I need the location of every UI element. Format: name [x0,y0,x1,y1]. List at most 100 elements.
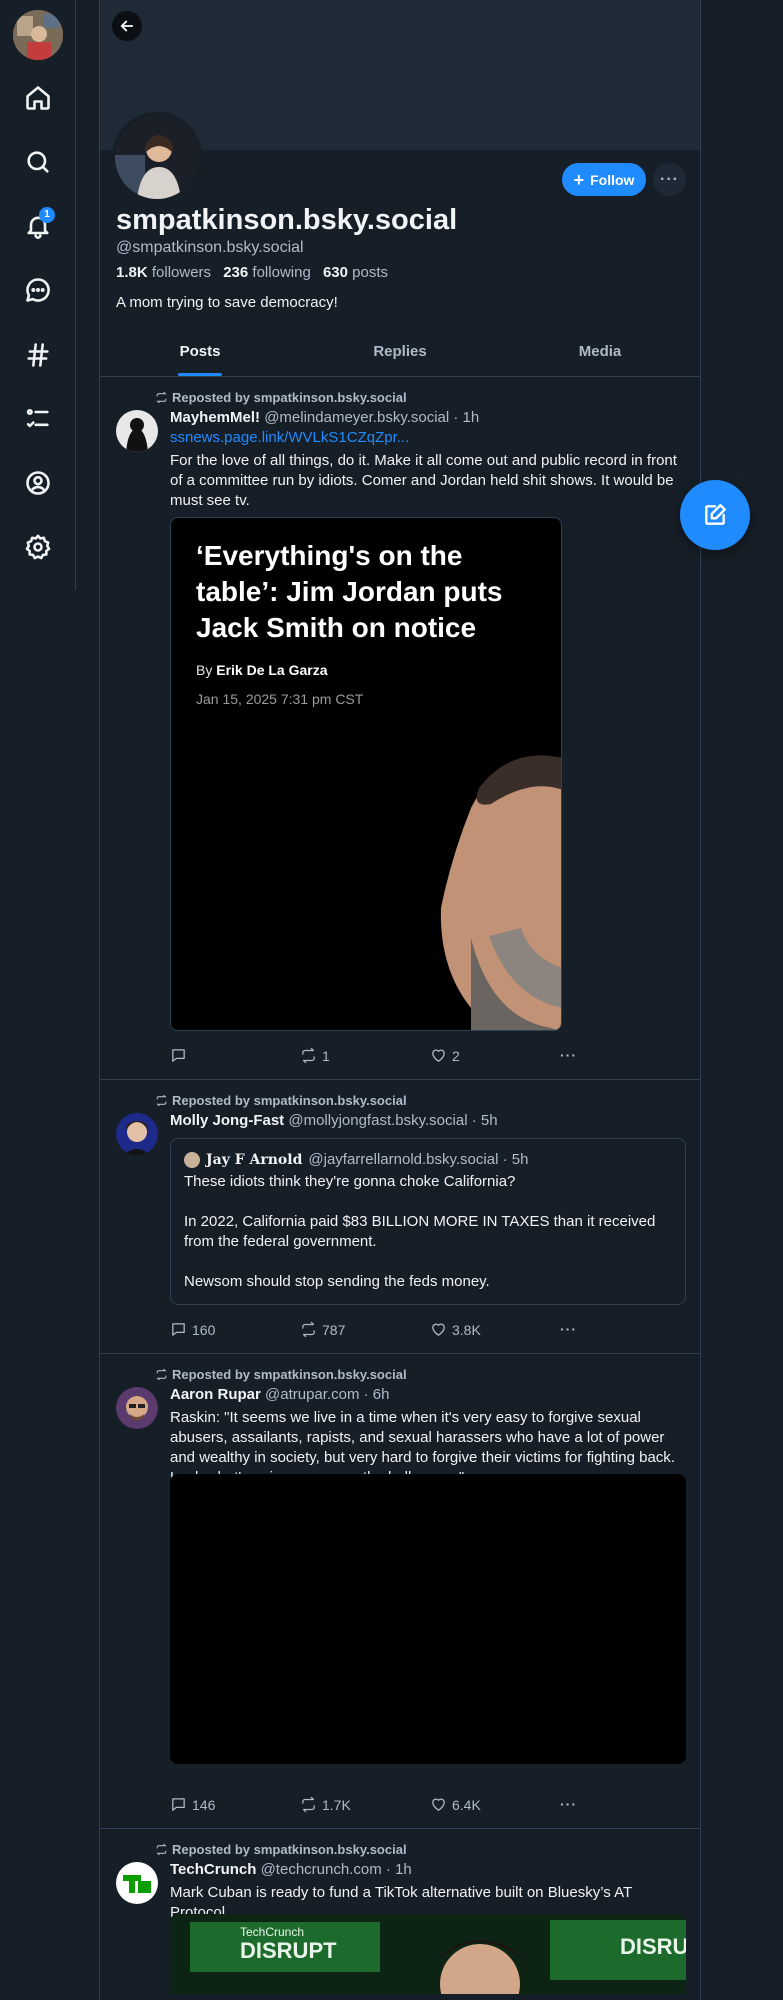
post-author-handle[interactable]: @mollyjongfast.bsky.social · 5h [288,1112,497,1129]
repost-icon [156,391,167,404]
avatar-image [116,410,158,452]
followers-stat[interactable]: 1.8K followers [116,264,211,281]
post-author-name[interactable]: Aaron Rupar [170,1386,261,1403]
feed-post[interactable]: Reposted by smpatkinson.bsky.social Aaro… [100,1354,700,1829]
follow-button[interactable]: + Follow [562,163,646,196]
post-author-name[interactable]: Molly Jong-Fast [170,1112,284,1129]
feed-post[interactable]: Reposted by smpatkinson.bsky.social Moll… [100,1080,700,1354]
avatar-image [116,1113,158,1155]
repost-indicator: Reposted by smpatkinson.bsky.social [155,1842,407,1857]
post-image[interactable]: TechCrunch DISRUPT DISRU [170,1914,686,1994]
post-author-handle[interactable]: @melindameyer.bsky.social · 1h [264,409,479,426]
profile-avatar-image [115,115,199,199]
post-more-button[interactable]: ··· [560,1796,577,1812]
chat-nav-button[interactable] [18,270,58,310]
post-author-name[interactable]: MayhemMel! [170,409,260,426]
article-embed-card[interactable]: ‘Everything's on the table’: Jim Jordan … [170,517,562,1031]
repost-label: Reposted by smpatkinson.bsky.social [172,1367,407,1382]
post-header: TechCrunch @techcrunch.com · 1h [170,1861,412,1878]
avatar[interactable] [116,1387,158,1429]
profile-avatar[interactable] [112,112,202,202]
like-button[interactable]: 2 [430,1047,460,1064]
post-header: Molly Jong-Fast @mollyjongfast.bsky.soci… [170,1112,498,1129]
repost-button[interactable]: 1 [300,1047,330,1064]
image-text-techcrunch: TechCrunch [240,1925,304,1939]
repost-count: 1.7K [322,1796,351,1813]
repost-indicator: Reposted by smpatkinson.bsky.social [155,390,407,405]
image-text-disrupt-2: DISRU [620,1934,686,1959]
quoted-author-handle: @jayfarrellarnold.bsky.social · 5h [308,1151,529,1168]
following-label: following [252,264,311,281]
reply-icon [172,1798,185,1811]
post-more-button[interactable]: ··· [560,1047,577,1063]
heart-icon [432,1049,445,1062]
avatar[interactable] [116,410,158,452]
article-author: Erik De La Garza [216,662,328,678]
profile-stats: 1.8K followers 236 following 630 posts [116,264,388,281]
profile-nav-button[interactable] [18,463,58,503]
followers-count: 1.8K [116,264,148,281]
left-nav-rail: 1 [0,0,76,590]
feeds-nav-button[interactable] [18,335,58,375]
reply-icon [172,1323,185,1336]
repost-icon [156,1368,167,1381]
profile-more-button[interactable]: ··· [653,163,686,196]
back-button[interactable] [112,11,142,41]
settings-nav-button[interactable] [18,527,58,567]
gear-icon [25,534,51,560]
avatar[interactable] [116,1862,158,1904]
tab-media[interactable]: Media [500,333,700,376]
list-icon [26,408,49,428]
repost-label: Reposted by smpatkinson.bsky.social [172,390,407,405]
image-text-disrupt: DISRUPT [240,1938,337,1963]
search-nav-button[interactable] [18,142,58,182]
profile-bio: A mom trying to save democracy! [116,294,338,311]
feed-post[interactable]: Reposted by smpatkinson.bsky.social Mayh… [100,377,700,1080]
post-link[interactable]: ssnews.page.link/WVLkS1CZqZpr... [170,429,409,446]
repost-icon [302,1321,315,1338]
post-image-graphic: TechCrunch DISRUPT DISRU [170,1914,686,1994]
avatar[interactable] [116,1113,158,1155]
post-more-button[interactable]: ··· [560,1321,577,1337]
video-player[interactable] [170,1474,686,1764]
post-author-handle[interactable]: @techcrunch.com · 1h [261,1861,412,1878]
repost-icon [156,1094,167,1107]
article-byline: By Erik De La Garza [196,662,328,678]
post-actions: 160 787 3.8K ··· [170,1321,590,1341]
tab-replies[interactable]: Replies [300,333,500,376]
like-button[interactable]: 6.4K [430,1796,481,1813]
arrow-left-icon [120,20,134,32]
article-date: Jan 15, 2025 7:31 pm CST [196,691,364,707]
feed-post[interactable]: Reposted by smpatkinson.bsky.social Tech… [100,1829,700,2000]
lists-nav-button[interactable] [18,399,58,439]
following-count: 236 [223,264,249,281]
home-nav-button[interactable] [18,78,58,118]
plus-icon: + [573,169,585,190]
repost-icon [302,1047,315,1064]
heart-icon [432,1798,445,1811]
tab-posts[interactable]: Posts [100,333,300,376]
current-user-avatar[interactable] [13,10,63,60]
like-count: 3.8K [452,1321,481,1338]
posts-count: 630 [322,264,348,281]
like-button[interactable]: 3.8K [430,1321,481,1338]
repost-button[interactable]: 1.7K [300,1796,351,1813]
quoted-post-card[interactable]: 𝐉𝐚𝐲 𝐅 𝐀𝐫𝐧𝐨𝐥𝐝 @jayfarrellarnold.bsky.soci… [170,1138,686,1305]
profile-handle: @smpatkinson.bsky.social [116,239,304,256]
article-photo [171,738,561,1030]
repost-button[interactable]: 787 [300,1321,345,1338]
post-author-name[interactable]: TechCrunch [170,1861,256,1878]
reply-button[interactable]: 146 [170,1796,215,1813]
reply-button[interactable] [170,1047,192,1064]
post-header: Aaron Rupar @atrupar.com · 6h [170,1386,389,1403]
reply-icon [172,1049,185,1062]
reply-button[interactable]: 160 [170,1321,215,1338]
notifications-nav-button[interactable]: 1 [18,206,58,246]
compose-button[interactable] [680,480,750,550]
follow-button-label: Follow [590,171,635,188]
tab-media-label: Media [578,343,622,360]
tab-replies-label: Replies [373,343,427,360]
post-author-handle[interactable]: @atrupar.com · 6h [265,1386,389,1403]
reply-count: 146 [192,1796,216,1813]
following-stat[interactable]: 236 following [223,264,311,281]
